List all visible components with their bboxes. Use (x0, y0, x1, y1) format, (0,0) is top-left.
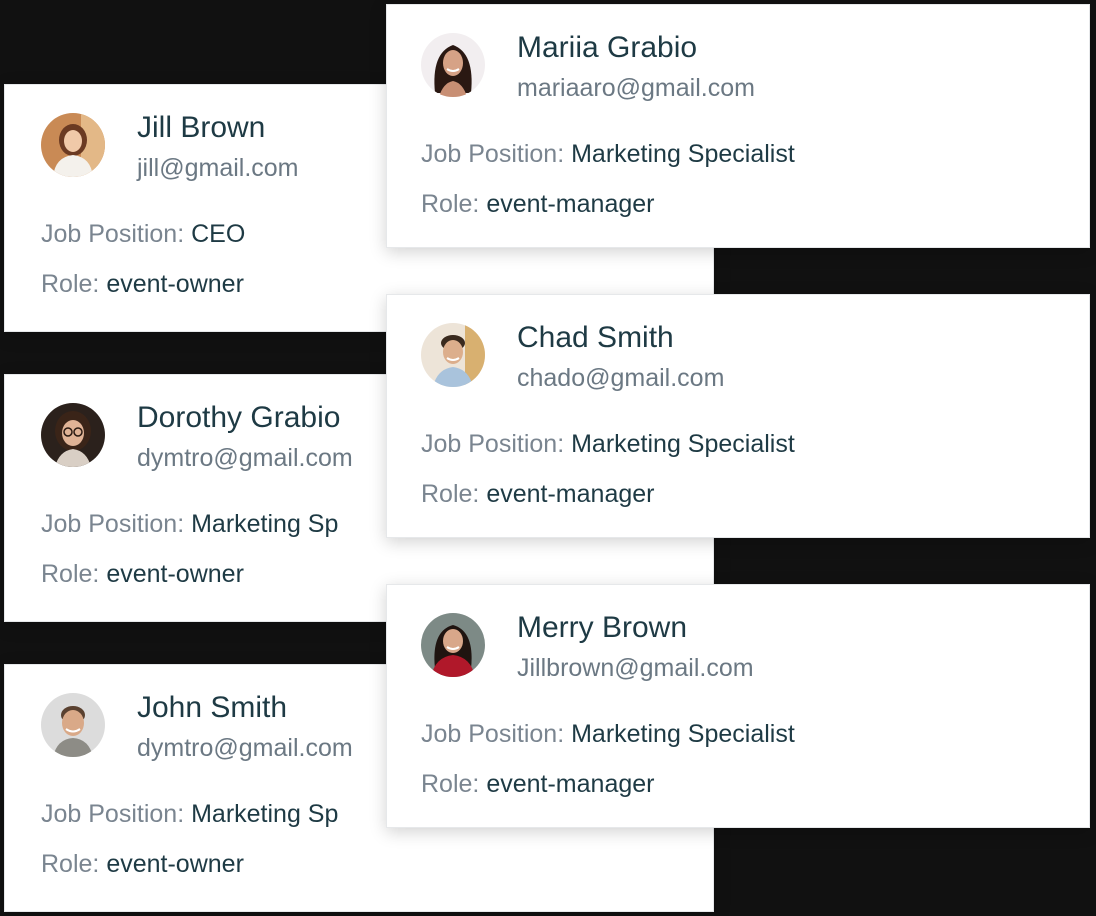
job-position-label: Job Position: (41, 800, 185, 828)
role-value: event-manager (486, 480, 655, 508)
job-position-row: Job Position: Marketing Sp (41, 800, 338, 829)
user-email[interactable]: mariaaro@gmail.com (517, 74, 755, 103)
avatar (41, 403, 105, 467)
role-label: Role: (41, 560, 100, 588)
job-position-value: CEO (191, 220, 246, 248)
job-position-label: Job Position: (421, 140, 565, 168)
avatar (421, 323, 485, 387)
user-name: Chad Smith (517, 321, 674, 354)
avatar (41, 113, 105, 177)
job-position-value: Marketing Sp (191, 800, 339, 828)
user-email[interactable]: jill@gmail.com (137, 154, 299, 183)
job-position-value: Marketing Sp (191, 510, 339, 538)
role-row: Role: event-manager (421, 190, 654, 219)
user-email[interactable]: dymtro@gmail.com (137, 734, 353, 763)
role-value: event-manager (486, 190, 655, 218)
job-position-row: Job Position: Marketing Sp (41, 510, 338, 539)
user-email[interactable]: dymtro@gmail.com (137, 444, 353, 473)
role-label: Role: (421, 480, 480, 508)
user-email[interactable]: chado@gmail.com (517, 364, 724, 393)
role-label: Role: (421, 770, 480, 798)
role-value: event-owner (106, 270, 244, 298)
job-position-value: Marketing Specialist (571, 430, 795, 458)
user-name: Dorothy Grabio (137, 401, 341, 434)
role-value: event-owner (106, 850, 244, 878)
job-position-label: Job Position: (41, 510, 185, 538)
user-name: Merry Brown (517, 611, 688, 644)
job-position-label: Job Position: (421, 720, 565, 748)
woman-long-hair-avatar-icon (421, 33, 485, 97)
job-position-row: Job Position: Marketing Specialist (421, 720, 795, 749)
user-card-merry-brown[interactable]: Merry Brown Jillbrown@gmail.com Job Posi… (386, 584, 1090, 828)
user-name: Jill Brown (137, 111, 266, 144)
user-email[interactable]: Jillbrown@gmail.com (517, 654, 754, 683)
job-position-row: Job Position: CEO (41, 220, 245, 249)
job-position-value: Marketing Specialist (571, 720, 795, 748)
job-position-label: Job Position: (421, 430, 565, 458)
job-position-row: Job Position: Marketing Specialist (421, 430, 795, 459)
role-label: Role: (421, 190, 480, 218)
job-position-row: Job Position: Marketing Specialist (421, 140, 795, 169)
avatar (421, 613, 485, 677)
man-shirt-avatar-icon (421, 323, 485, 387)
man-smiling-avatar-icon (41, 693, 105, 757)
role-row: Role: event-manager (421, 480, 654, 509)
role-label: Role: (41, 850, 100, 878)
user-card-mariia-grabio[interactable]: Mariia Grabio mariaaro@gmail.com Job Pos… (386, 4, 1090, 248)
role-value: event-owner (106, 560, 244, 588)
role-row: Role: event-manager (421, 770, 654, 799)
role-label: Role: (41, 270, 100, 298)
role-row: Role: event-owner (41, 270, 244, 299)
woman-red-top-avatar-icon (421, 613, 485, 677)
avatar (421, 33, 485, 97)
user-card-chad-smith[interactable]: Chad Smith chado@gmail.com Job Position:… (386, 294, 1090, 538)
role-value: event-manager (486, 770, 655, 798)
avatar (41, 693, 105, 757)
role-row: Role: event-owner (41, 850, 244, 879)
job-position-value: Marketing Specialist (571, 140, 795, 168)
woman-office-avatar-icon (41, 113, 105, 177)
woman-glasses-avatar-icon (41, 403, 105, 467)
job-position-label: Job Position: (41, 220, 185, 248)
user-name: John Smith (137, 691, 288, 724)
user-name: Mariia Grabio (517, 31, 698, 64)
role-row: Role: event-owner (41, 560, 244, 589)
